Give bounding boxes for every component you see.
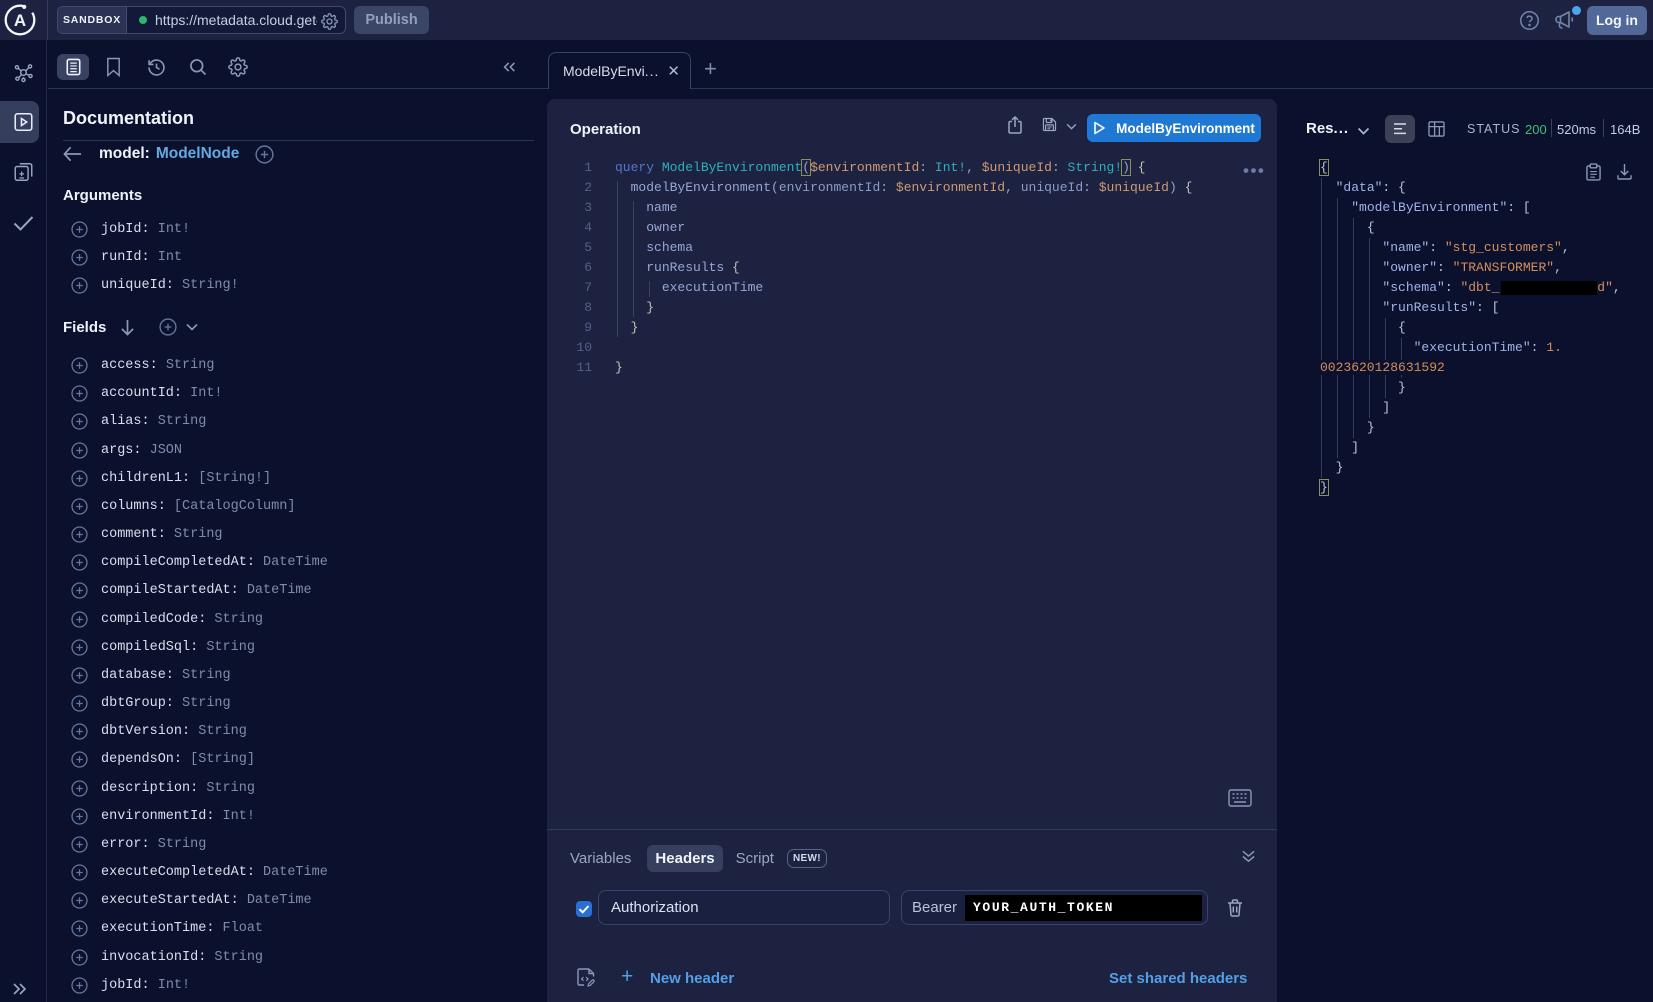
svg-text:A: A — [14, 11, 26, 30]
